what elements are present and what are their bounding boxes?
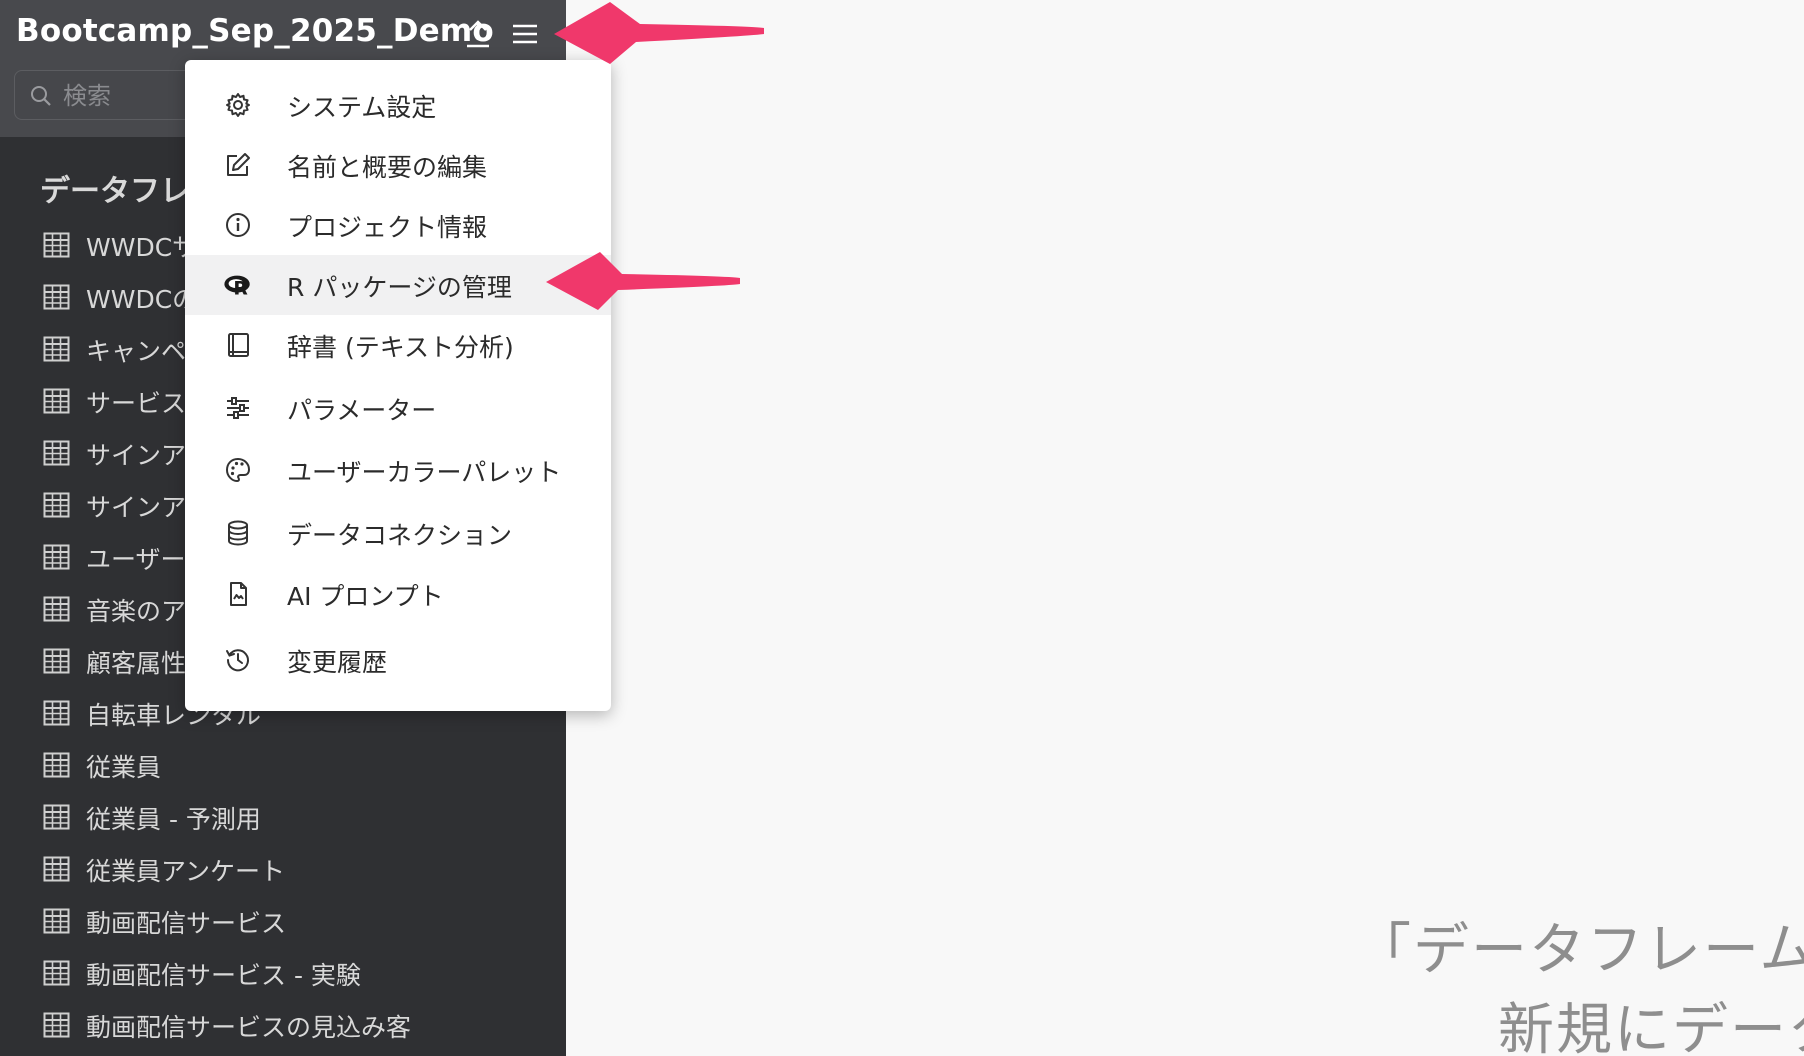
- empty-state-message-line2: 新規にデータ: [1498, 998, 1804, 1056]
- table-icon: [43, 440, 70, 466]
- dataframe-label: サインア: [86, 441, 187, 470]
- info-icon: [223, 210, 253, 240]
- database-icon: [223, 518, 253, 548]
- dataframe-item[interactable]: 動画配信サービス: [0, 896, 566, 948]
- table-icon: [43, 960, 70, 986]
- hamburger-menu-button[interactable]: [505, 14, 545, 54]
- menu-item-label: システム設定: [287, 93, 437, 122]
- menu-item-label: 辞書 (テキスト分析): [287, 333, 514, 362]
- menu-item-label: 変更履歴: [287, 648, 388, 677]
- dataframe-label: 動画配信サービスの見込み客: [86, 1013, 412, 1042]
- menu-item-ai-prompt[interactable]: AI プロンプト: [185, 564, 611, 624]
- menu-item-data-connection[interactable]: データコネクション: [185, 503, 611, 563]
- table-icon: [43, 284, 70, 310]
- table-icon: [43, 804, 70, 830]
- menu-item-label: AI プロンプト: [287, 582, 444, 611]
- dataframe-label: キャンペ: [86, 337, 187, 366]
- table-icon: [43, 492, 70, 518]
- menu-item-label: R パッケージの管理: [287, 273, 512, 302]
- book-icon: [223, 330, 253, 360]
- dataframe-label: ユーザー: [86, 545, 186, 574]
- dataframes-section-header: データフレ: [40, 174, 190, 209]
- upload-icon: [467, 20, 489, 48]
- table-icon: [43, 648, 70, 674]
- table-icon: [43, 336, 70, 362]
- menu-item-label: 名前と概要の編集: [287, 153, 488, 182]
- dataframe-item[interactable]: 従業員 - 予測用: [0, 792, 566, 844]
- dataframe-label: 動画配信サービス - 実験: [86, 961, 361, 990]
- upload-button[interactable]: [458, 14, 498, 54]
- menu-item-dictionary[interactable]: 辞書 (テキスト分析): [185, 315, 611, 375]
- dataframe-item[interactable]: 動画配信サービス - 実験: [0, 948, 566, 1000]
- palette-icon: [223, 455, 253, 485]
- table-icon: [43, 232, 70, 258]
- annotation-arrow-icon: [546, 252, 740, 310]
- sliders-icon: [223, 393, 253, 423]
- dataframe-item[interactable]: 従業員: [0, 740, 566, 792]
- menu-item-label: プロジェクト情報: [287, 213, 488, 242]
- table-icon: [43, 388, 70, 414]
- menu-item-label: ユーザーカラーパレット: [287, 458, 562, 487]
- empty-state-message-line1: 「データフレーム」: [1355, 918, 1804, 983]
- dataframe-label: 従業員アンケート: [86, 857, 286, 886]
- menu-item-system-settings[interactable]: システム設定: [185, 75, 611, 135]
- gear-icon: [223, 90, 253, 120]
- menu-item-change-history[interactable]: 変更履歴: [185, 630, 611, 690]
- main-content: [566, 0, 1804, 1056]
- document-icon: [223, 579, 253, 609]
- dataframe-label: WWDCサ: [86, 233, 198, 262]
- table-icon: [43, 908, 70, 934]
- table-icon: [43, 544, 70, 570]
- table-icon: [43, 1012, 70, 1038]
- dataframe-label: 音楽のア: [86, 597, 187, 626]
- menu-item-user-color-palette[interactable]: ユーザーカラーパレット: [185, 440, 611, 500]
- menu-item-edit-name[interactable]: 名前と概要の編集: [185, 135, 611, 195]
- history-icon: [223, 645, 253, 675]
- table-icon: [43, 700, 70, 726]
- dataframe-label: 動画配信サービス: [86, 909, 287, 938]
- table-icon: [43, 596, 70, 622]
- menu-item-project-info[interactable]: プロジェクト情報: [185, 195, 611, 255]
- r-logo-icon: R: [223, 270, 253, 300]
- table-icon: [43, 856, 70, 882]
- project-title: Bootcamp_Sep_2025_Demo: [16, 13, 494, 49]
- search-icon: [31, 86, 51, 106]
- dataframe-label: 顧客属性: [86, 649, 187, 678]
- svg-text:R: R: [233, 278, 248, 298]
- table-icon: [43, 752, 70, 778]
- dataframe-label: 従業員 - 予測用: [86, 805, 261, 834]
- project-menu-dropdown: システム設定 名前と概要の編集 プロジェクト情報 R R パッケージの管理 辞書…: [185, 60, 611, 711]
- dataframe-item[interactable]: 動画配信サービスの見込み客: [0, 1000, 566, 1052]
- dataframe-label: WWDCの: [86, 285, 198, 314]
- menu-item-parameters[interactable]: パラメーター: [185, 378, 611, 438]
- dataframe-label: サインア: [86, 493, 187, 522]
- menu-item-label: パラメーター: [287, 396, 437, 425]
- edit-icon: [223, 150, 253, 180]
- annotation-arrow-icon: [554, 2, 764, 64]
- dataframe-label: 従業員: [86, 753, 162, 782]
- dataframe-item[interactable]: 従業員アンケート: [0, 844, 566, 896]
- dataframe-label: サービス: [86, 389, 187, 418]
- menu-item-label: データコネクション: [287, 521, 513, 550]
- hamburger-icon: [513, 24, 537, 44]
